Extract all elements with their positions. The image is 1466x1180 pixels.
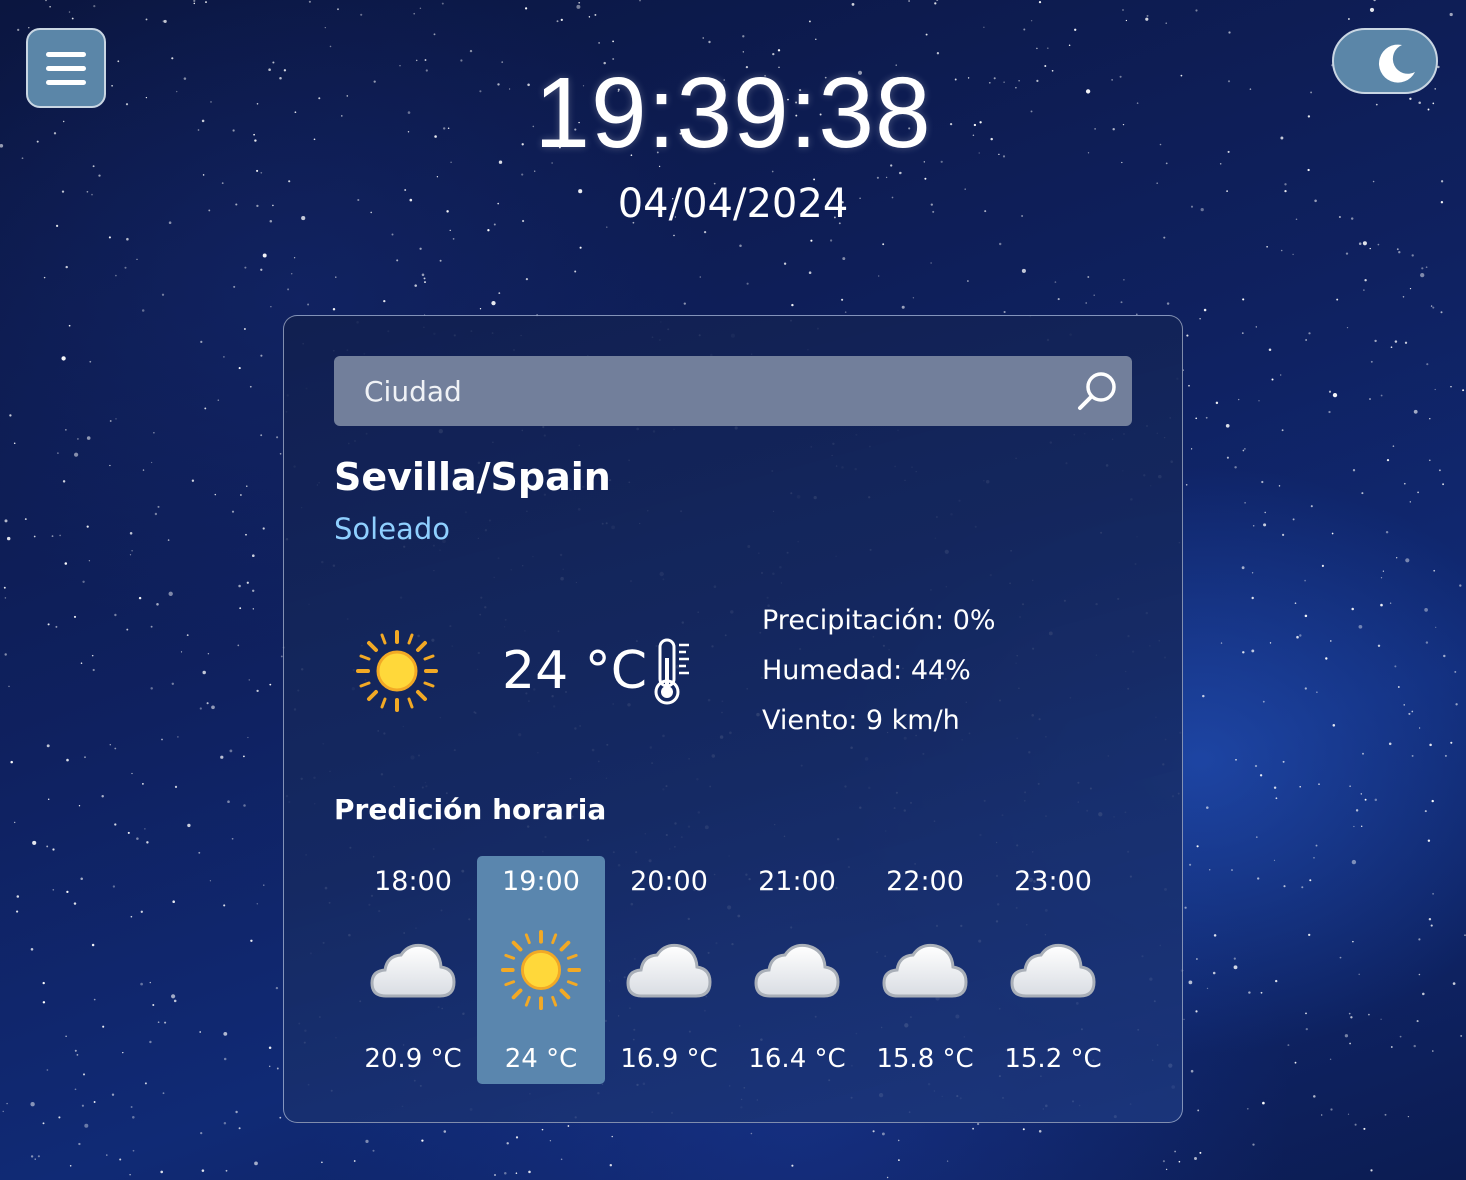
current-temperature: 24 °C (502, 641, 648, 701)
hour-time: 17:00 (334, 864, 349, 900)
hourly-forecast-item[interactable]: 22:00 15.8 °C (861, 856, 989, 1084)
hour-temperature: 15.2 °C (1004, 1044, 1102, 1074)
hourly-forecast-scroller[interactable]: 17:00 22.5 °C 18:00 20.9 °C 19:00 24 °C 20:00 1… (334, 856, 1132, 1086)
hourly-forecast-item[interactable]: 17:00 22.5 °C (334, 856, 349, 1084)
hourly-forecast-item[interactable]: 20:00 16.9 °C (605, 856, 733, 1084)
hour-time: 22:00 (886, 866, 964, 897)
hour-temperature: 15.8 °C (876, 1044, 974, 1074)
hourly-forecast-item[interactable]: 23:00 15.2 °C (989, 856, 1117, 1084)
hour-time: 19:00 (502, 866, 580, 897)
hourly-forecast-track: 17:00 22.5 °C 18:00 20.9 °C 19:00 24 °C 20:00 1… (334, 856, 1117, 1086)
clock-date: 04/04/2024 (617, 181, 849, 227)
search-icon[interactable] (1076, 369, 1120, 413)
hour-time: 23:00 (1014, 866, 1092, 897)
hour-temperature: 20.9 °C (364, 1044, 462, 1074)
wind-value: Viento: 9 km/h (762, 705, 960, 736)
hourly-forecast-item[interactable]: 19:00 24 °C (477, 856, 605, 1084)
humidity-value: Humedad: 44% (762, 655, 971, 686)
cloud-icon (1010, 928, 1096, 1012)
hour-time: 20:00 (630, 866, 708, 897)
thermometer-icon (654, 638, 689, 705)
sun-icon (499, 928, 583, 1012)
hourly-forecast-item[interactable]: 18:00 20.9 °C (349, 856, 477, 1084)
weather-card: Sevilla/Spain Soleado 24 °C (283, 315, 1183, 1123)
search-bar (334, 356, 1132, 426)
cloud-icon (626, 928, 712, 1012)
hourly-forecast-title: Predición horaria (334, 793, 607, 826)
hour-temperature: 22.5 °C (334, 1042, 349, 1076)
hamburger-menu-icon (46, 51, 86, 57)
cloud-icon (370, 928, 456, 1012)
clock-time: 19:39:38 (534, 57, 932, 169)
hour-temperature: 24 °C (504, 1044, 578, 1074)
hourly-forecast-item[interactable]: 21:00 16.4 °C (733, 856, 861, 1084)
hour-temperature: 16.9 °C (620, 1044, 718, 1074)
hour-time: 21:00 (758, 866, 836, 897)
cloud-icon (882, 928, 968, 1012)
hour-time: 18:00 (374, 866, 452, 897)
weather-condition: Soleado (334, 512, 450, 546)
precipitation-value: Precipitación: 0% (762, 605, 996, 636)
cloud-icon (754, 928, 840, 1012)
weather-details: Precipitación: 0% Humedad: 44% Viento: 9… (762, 600, 996, 750)
hour-temperature: 16.4 °C (748, 1044, 846, 1074)
sun-icon (356, 630, 438, 712)
city-search-input[interactable] (334, 356, 1054, 426)
location-name: Sevilla/Spain (334, 455, 611, 499)
